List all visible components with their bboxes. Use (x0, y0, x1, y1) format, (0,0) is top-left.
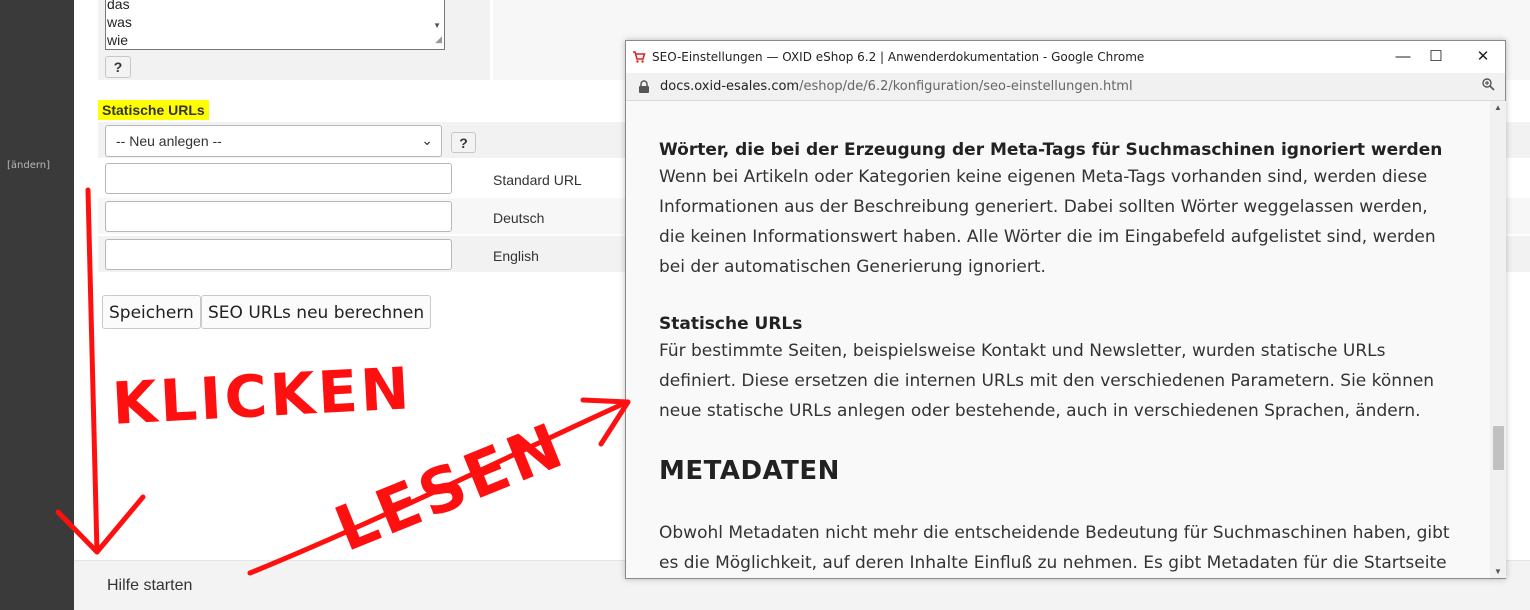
lock-icon (639, 80, 649, 93)
stopword-item: was (107, 14, 132, 30)
start-help-link[interactable]: Hilfe starten (107, 577, 192, 595)
section-title: Statische URLs (98, 100, 209, 120)
paragraph-line: neue statische URLs anlegen oder bestehe… (659, 401, 1421, 421)
url-path: /eshop/de/6.2/konfiguration/seo-einstell… (799, 79, 1133, 94)
recalculate-seo-button[interactable]: SEO URLs neu berechnen (201, 295, 432, 329)
document-scrollbar[interactable]: ▲ ▼ (1490, 101, 1506, 578)
paragraph-line: die keinen Informationswert haben. Alle … (659, 227, 1436, 247)
paragraph-line: es die Möglichkeit, auf deren Inhalte Ei… (659, 553, 1447, 573)
scroll-up-arrow-icon[interactable]: ▲ (1494, 103, 1502, 112)
heading-metadaten: METADATEN (659, 456, 840, 486)
url-text[interactable]: docs.oxid-esales.com/eshop/de/6.2/konfig… (660, 79, 1133, 94)
paragraph-line: Obwohl Metadaten nicht mehr die entschei… (659, 523, 1450, 543)
stopwords-help-button[interactable]: ? (105, 56, 131, 78)
paragraph-line: Wenn bei Artikeln oder Kategorien keine … (659, 167, 1428, 187)
admin-sidebar: [ändern] (0, 0, 74, 610)
standard-url-input[interactable] (105, 163, 452, 194)
window-title: SEO-Einstellungen — OXID eShop 6.2 | Anw… (652, 50, 1145, 64)
heading-stopwords: Wörter, die bei der Erzeugung der Meta-T… (659, 140, 1443, 160)
paragraph-line: definiert. Diese ersetzen die internen U… (659, 371, 1435, 391)
paragraph-line: bei der automatischen Generierung ignori… (659, 257, 1046, 277)
select-value: -- Neu anlegen -- (116, 133, 222, 149)
sidebar-change-link[interactable]: [ändern] (7, 160, 50, 171)
save-button[interactable]: Speichern (102, 295, 201, 329)
close-button[interactable]: ✕ (1463, 45, 1503, 69)
resize-grip-icon[interactable]: ◢ (435, 30, 442, 48)
stopword-item: wie (107, 32, 129, 48)
label-standard-url: Standard URL (493, 172, 582, 188)
stopword-item: das (107, 0, 130, 12)
paragraph-line: Informationen aus der Beschreibung gener… (659, 197, 1428, 217)
address-bar[interactable]: docs.oxid-esales.com/eshop/de/6.2/konfig… (626, 73, 1505, 101)
label-deutsch: Deutsch (493, 210, 545, 226)
browser-window: SEO-Einstellungen — OXID eShop 6.2 | Anw… (625, 40, 1506, 579)
static-url-select[interactable]: -- Neu anlegen -- ⌄ (105, 125, 442, 157)
documentation-content: Wörter, die bei der Erzeugung der Meta-T… (626, 101, 1490, 578)
zoom-icon[interactable] (1481, 77, 1495, 94)
deutsch-url-input[interactable] (105, 201, 452, 232)
static-url-help-button[interactable]: ? (451, 132, 476, 153)
cart-icon (633, 51, 646, 63)
chevron-down-icon: ⌄ (421, 132, 433, 148)
maximize-button[interactable]: ☐ (1416, 45, 1456, 69)
scroll-down-arrow-icon[interactable]: ▼ (1494, 567, 1502, 576)
paragraph-line: Für bestimmte Seiten, beispielsweise Kon… (659, 341, 1386, 361)
english-url-input[interactable] (105, 239, 452, 270)
heading-static-urls: Statische URLs (659, 314, 803, 334)
url-host: docs.oxid-esales.com (660, 79, 800, 94)
title-bar[interactable]: SEO-Einstellungen — OXID eShop 6.2 | Anw… (626, 41, 1505, 73)
scrollbar-thumb[interactable] (1493, 426, 1504, 470)
label-english: English (493, 248, 539, 264)
stopwords-textarea[interactable]: das was wie ▼ ◢ (105, 0, 445, 50)
